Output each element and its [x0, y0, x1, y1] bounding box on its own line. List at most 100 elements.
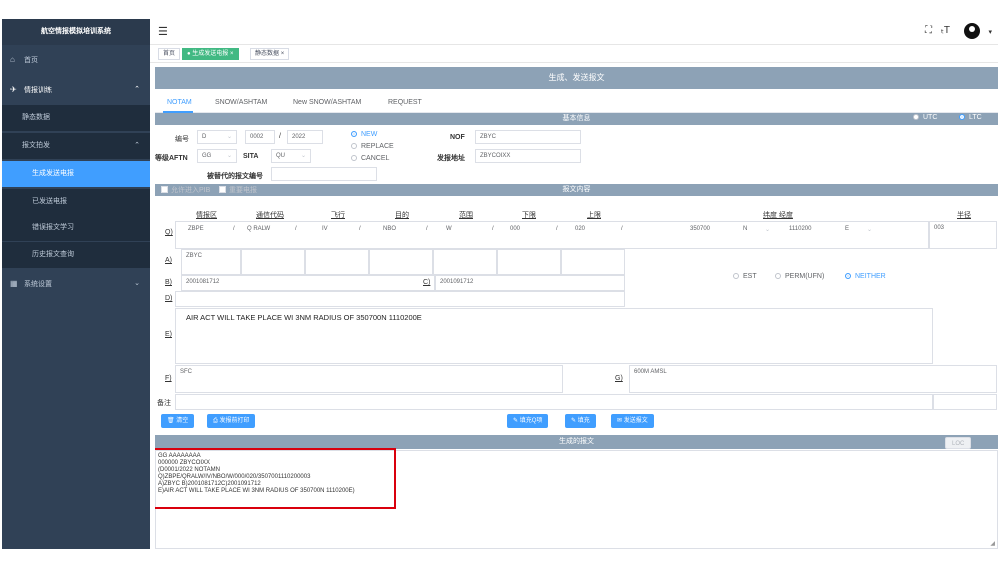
send-button[interactable]: ✉ 发送报文: [611, 414, 654, 428]
header-code: 通信代码: [256, 212, 284, 219]
a-input-4[interactable]: [369, 249, 433, 275]
fill-q-button[interactable]: ✎ 填充Q项: [507, 414, 549, 428]
radio-icon: [351, 143, 357, 149]
tag-static-data[interactable]: 静态数据 ×: [250, 48, 290, 60]
fill-button[interactable]: ✎ 填充: [565, 414, 596, 428]
nof-label: NOF: [450, 134, 465, 141]
series-select[interactable]: D ⌄: [197, 130, 237, 144]
avatar[interactable]: [964, 23, 980, 39]
nof-input[interactable]: ZBYC: [475, 130, 581, 144]
e-textarea[interactable]: AIR ACT WILL TAKE PLACE WI 3NM RADIUS OF…: [175, 308, 933, 364]
tag-generate-send[interactable]: ● 生成发送电报 ×: [182, 48, 239, 60]
q-lat-value: 350700: [690, 226, 711, 232]
e-text: AIR ACT WILL TAKE PLACE WI 3NM RADIUS OF…: [186, 313, 422, 322]
f-input[interactable]: SFC: [175, 365, 563, 393]
grid-icon: ▦: [10, 279, 18, 288]
sidebar-item-history[interactable]: 历史报文查询: [2, 242, 150, 268]
neither-radio[interactable]: NEITHER: [845, 273, 886, 280]
sidebar-item-static-data[interactable]: 静态数据: [2, 105, 150, 131]
clear-button[interactable]: 🗑 清空: [161, 414, 195, 428]
font-size-icon[interactable]: ₜT: [941, 25, 950, 36]
menu-toggle-icon[interactable]: ☰: [158, 25, 168, 38]
q-radius-input[interactable]: 003: [929, 221, 997, 249]
sidebar-item-home[interactable]: ⌂ 首页: [2, 47, 150, 73]
tag-home[interactable]: 首页: [158, 48, 181, 60]
sidebar-item-label: 已发送电报: [32, 198, 67, 205]
perm-radio[interactable]: PERM(UFN): [775, 273, 824, 280]
system-title: 航空情报模拟培训系统: [2, 19, 150, 45]
tab-snow-ashtam[interactable]: SNOW/ASHTAM: [215, 99, 267, 106]
chevron-down-icon: ⌄: [226, 134, 232, 140]
a-input-6[interactable]: [497, 249, 561, 275]
sidebar-item-send-message[interactable]: 报文拍发 ⌃: [2, 133, 150, 159]
close-icon[interactable]: ×: [281, 51, 285, 57]
level-select[interactable]: GG ⌄: [197, 149, 237, 163]
print-button[interactable]: ⎙ 发报前打印: [207, 414, 256, 428]
g-input[interactable]: 600M AMSL: [629, 365, 997, 393]
number-input[interactable]: 0002: [245, 130, 275, 144]
sidebar-item-generate-send[interactable]: 生成发送电报: [2, 161, 150, 187]
cancel-radio[interactable]: CANCEL: [351, 155, 389, 162]
b-label: B): [165, 279, 172, 286]
a-input-1[interactable]: ZBYC: [181, 249, 241, 275]
close-icon[interactable]: ×: [230, 51, 234, 57]
checkbox-label: 重要电报: [229, 187, 257, 194]
message-type-tabs: NOTAM SNOW/ASHTAM New SNOW/ASHTAM REQUES…: [155, 93, 998, 113]
tab-new-snow-ashtam[interactable]: New SNOW/ASHTAM: [293, 99, 361, 106]
radio-icon: [351, 131, 357, 137]
radio-label: EST: [743, 273, 757, 280]
fullscreen-icon[interactable]: ⛶: [925, 25, 932, 36]
est-radio[interactable]: EST: [733, 273, 757, 280]
sidebar-item-sent[interactable]: 已发送电报: [2, 189, 150, 215]
generated-message-area[interactable]: GG AAAAAAAA 000000 ZBYCOIXX (D0001/2022 …: [155, 448, 998, 549]
radio-label: PERM(UFN): [785, 273, 825, 280]
a-input-5[interactable]: [433, 249, 497, 275]
body-bar: 报文内容: [155, 184, 998, 196]
resize-handle-icon[interactable]: ◢: [990, 540, 995, 547]
q-code-value: Q RALW: [247, 226, 271, 232]
allow-pib-checkbox[interactable]: 允许进入PIB: [161, 185, 210, 195]
a-input-7[interactable]: [561, 249, 625, 275]
ltc-radio[interactable]: LTC: [959, 114, 982, 121]
replaced-number-input[interactable]: [271, 167, 377, 181]
remark-input-2[interactable]: [933, 394, 997, 410]
sidebar-item-error-learning[interactable]: 错误报文学习: [2, 215, 150, 241]
sidebar-item-settings[interactable]: ▦ 系统设置 ⌄: [2, 271, 150, 297]
tab-request[interactable]: REQUEST: [388, 99, 422, 106]
b-input[interactable]: 2001081712: [181, 275, 435, 291]
app-window: 航空情报模拟培训系统 ⌂ 首页 ✈ 情报训练 ⌃ 静态数据 报文拍发 ⌃ 生成发…: [2, 19, 998, 549]
radio-label: CANCEL: [361, 155, 390, 162]
d-input[interactable]: [175, 291, 625, 307]
basic-info-bar: 基本信息: [155, 113, 998, 125]
tags-view: 首页 ● 生成发送电报 × 静态数据 ×: [150, 45, 998, 63]
g-label: G): [615, 375, 623, 382]
loc-button[interactable]: LOC: [945, 437, 972, 449]
header-scope: 范围: [459, 212, 473, 219]
year-input[interactable]: 2022: [287, 130, 323, 144]
sidebar: 航空情报模拟培训系统 ⌂ 首页 ✈ 情报训练 ⌃ 静态数据 报文拍发 ⌃ 生成发…: [2, 19, 150, 549]
a-input-3[interactable]: [305, 249, 369, 275]
c-input[interactable]: 2001091712: [435, 275, 625, 291]
send-address-input[interactable]: ZBYCOIXX: [475, 149, 581, 163]
chevron-down-icon: ⌄: [134, 280, 140, 287]
utc-radio[interactable]: UTC: [913, 114, 937, 121]
tab-notam[interactable]: NOTAM: [167, 99, 192, 106]
new-radio[interactable]: NEW: [351, 131, 377, 138]
q-ns-value: N: [743, 226, 748, 232]
sidebar-item-training[interactable]: ✈ 情报训练 ⌃: [2, 77, 150, 103]
remark-label: 备注: [157, 400, 171, 407]
caret-down-icon[interactable]: ▾: [988, 28, 992, 36]
important-checkbox[interactable]: 重要电报: [219, 185, 257, 195]
radio-label: NEW: [361, 131, 378, 138]
q-line-field[interactable]: [175, 221, 929, 249]
a-label: A): [165, 257, 172, 264]
remark-input[interactable]: [175, 394, 933, 410]
sita-select[interactable]: QU ⌄: [271, 149, 311, 163]
page-title: 生成、发送报文: [155, 67, 998, 89]
radio-icon: [775, 273, 781, 279]
replace-radio[interactable]: REPLACE: [351, 143, 394, 150]
a-input-2[interactable]: [241, 249, 305, 275]
chevron-down-icon: ⌄: [765, 227, 771, 233]
q-flight-value: IV: [322, 226, 328, 232]
send-address-label: 发报地址: [437, 155, 465, 162]
